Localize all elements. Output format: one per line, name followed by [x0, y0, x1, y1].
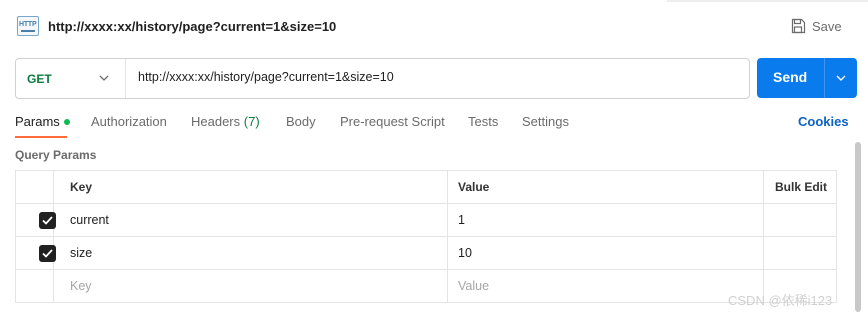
watermark: CSDN @依稀i123	[728, 293, 833, 308]
active-tab-underline	[15, 136, 67, 138]
request-bar: GET	[15, 58, 750, 99]
query-params-label: Query Params	[15, 148, 97, 162]
header-check-cell	[16, 171, 54, 203]
row-empty-cell	[764, 237, 836, 269]
tab-headers[interactable]: Headers (7)	[191, 114, 260, 129]
request-tabs: Params Authorization Headers (7) Body Pr…	[0, 110, 868, 138]
table-row: size 10	[16, 237, 836, 270]
send-button[interactable]: Send	[757, 58, 857, 98]
row-check-cell	[16, 204, 56, 236]
cookies-link[interactable]: Cookies	[798, 114, 849, 129]
tab-settings-label: Settings	[522, 114, 569, 129]
tab-tests[interactable]: Tests	[468, 114, 498, 129]
http-request-icon: HTTP	[17, 16, 39, 36]
title-bar: HTTP http://xxxx:xx/history/page?current…	[0, 0, 868, 50]
bulk-edit-button[interactable]: Bulk Edit	[764, 171, 836, 203]
save-icon	[791, 18, 806, 34]
tab-authorization-label: Authorization	[91, 114, 167, 129]
save-button[interactable]: Save	[790, 17, 842, 35]
method-label: GET	[27, 72, 52, 86]
tab-params-label: Params	[15, 114, 60, 129]
header-key: Key	[54, 171, 448, 203]
table-row: current 1	[16, 204, 836, 237]
send-label: Send	[773, 69, 808, 85]
send-divider	[824, 58, 825, 98]
top-divider	[667, 0, 868, 2]
checkmark-icon	[42, 249, 53, 258]
tab-headers-label: Headers	[191, 114, 241, 129]
vertical-scrollbar[interactable]	[855, 142, 861, 312]
tab-tests-label: Tests	[468, 114, 499, 129]
tab-body-label: Body	[286, 114, 316, 129]
send-options-chevron-icon[interactable]	[835, 72, 847, 84]
new-param-value-input[interactable]: Value	[448, 270, 764, 302]
url-input[interactable]	[138, 70, 738, 84]
tab-params[interactable]: Params	[15, 114, 70, 129]
row-empty-cell	[764, 204, 836, 236]
row-check-cell	[16, 237, 56, 269]
param-key[interactable]: current	[54, 204, 448, 236]
tab-settings[interactable]: Settings	[522, 114, 569, 129]
chevron-down-icon	[99, 75, 109, 81]
header-value: Value	[448, 171, 764, 203]
table-header-row: Key Value Bulk Edit	[16, 171, 836, 204]
param-value[interactable]: 1	[448, 204, 764, 236]
checkmark-icon	[42, 216, 53, 225]
new-param-key-input[interactable]: Key	[54, 270, 448, 302]
method-select[interactable]: GET	[16, 59, 126, 98]
save-label: Save	[812, 18, 842, 34]
request-name[interactable]: http://xxxx:xx/history/page?current=1&si…	[48, 19, 336, 34]
tab-pre-request-script-label: Pre-request Script	[340, 114, 445, 129]
query-params-table: Key Value Bulk Edit current 1 size 10 Ke…	[15, 170, 837, 303]
row-check-cell	[16, 270, 54, 302]
tab-body[interactable]: Body	[286, 114, 316, 129]
param-value[interactable]: 10	[448, 237, 764, 269]
param-key[interactable]: size	[54, 237, 448, 269]
params-active-dot-icon	[63, 118, 70, 125]
tab-headers-count: (7)	[243, 114, 260, 129]
table-row-new: Key Value	[16, 270, 836, 303]
tab-authorization[interactable]: Authorization	[91, 114, 167, 129]
tab-pre-request-script[interactable]: Pre-request Script	[340, 114, 445, 129]
http-icon-text: HTTP	[19, 21, 37, 28]
